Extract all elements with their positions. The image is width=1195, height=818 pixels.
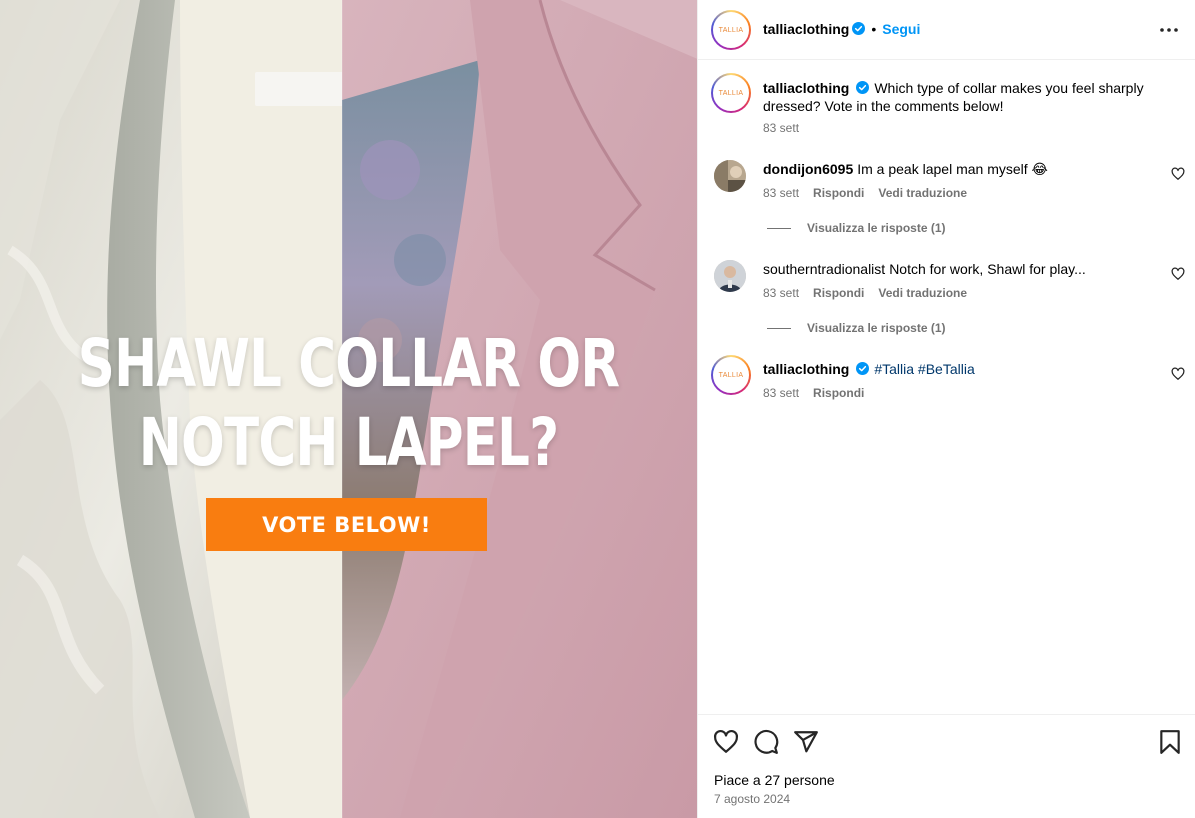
- verified-badge-icon: [852, 22, 866, 35]
- vote-below-banner: VOTE BELOW!: [206, 498, 487, 551]
- commenter-avatar[interactable]: [714, 260, 746, 292]
- follow-button[interactable]: Segui: [882, 21, 920, 37]
- post-date[interactable]: 7 agosto 2024: [714, 792, 790, 806]
- verified-badge-icon: [856, 362, 870, 375]
- comment-text: Notch for work, Shawl for play...: [889, 261, 1086, 277]
- reply-button[interactable]: Rispondi: [813, 386, 864, 400]
- translate-button[interactable]: Vedi traduzione: [878, 286, 967, 300]
- header-user-info: talliaclothing • Segui: [763, 21, 920, 37]
- comment-meta: 83 sett Rispondi Vedi traduzione: [763, 186, 981, 200]
- comments-list[interactable]: TALLIA talliaclothing Which type of colla…: [698, 60, 1195, 714]
- post-header: TALLIA talliaclothing • Segui: [698, 0, 1195, 60]
- more-options-icon[interactable]: [1157, 20, 1181, 40]
- likes-count[interactable]: Piace a 27 persone: [714, 772, 835, 788]
- post-side-panel: TALLIA talliaclothing • Segui TALLIA talli…: [697, 0, 1195, 818]
- header-separator: •: [871, 21, 877, 37]
- comment-body: southerntradionalist Notch for work, Shaw…: [763, 260, 1156, 278]
- comment-meta: 83 sett Rispondi Vedi traduzione: [763, 286, 981, 300]
- comment-time[interactable]: 83 sett: [763, 186, 799, 200]
- post-actions: Piace a 27 persone 7 agosto 2024: [698, 714, 1195, 818]
- like-comment-heart-icon[interactable]: [1171, 167, 1185, 181]
- comment-hashtags[interactable]: #Tallia #BeTallia: [874, 361, 974, 377]
- view-replies-label: Visualizza le risposte (1): [807, 321, 946, 335]
- translate-button[interactable]: Vedi traduzione: [878, 186, 967, 200]
- author-avatar[interactable]: TALLIA: [711, 10, 751, 50]
- post-image[interactable]: SHAWL COLLAR OR NOTCH LAPEL? VOTE BELOW!: [0, 0, 697, 818]
- headline-line-2: NOTCH LAPEL?: [138, 404, 559, 481]
- tallia-logo: TALLIA: [718, 26, 744, 34]
- view-replies-button[interactable]: Visualizza le risposte (1): [767, 321, 946, 335]
- view-replies-label: Visualizza le risposte (1): [807, 221, 946, 235]
- like-comment-heart-icon[interactable]: [1171, 267, 1185, 281]
- share-icon[interactable]: [793, 729, 819, 755]
- caption-avatar[interactable]: TALLIA: [711, 73, 751, 113]
- comment-username[interactable]: dondijon6095: [763, 161, 853, 177]
- commenter-avatar[interactable]: [714, 160, 746, 192]
- caption-meta: 83 sett: [763, 121, 813, 135]
- commenter-avatar[interactable]: TALLIA: [711, 355, 751, 395]
- caption-body: talliaclothing Which type of collar makes…: [763, 79, 1156, 115]
- like-comment-heart-icon[interactable]: [1171, 367, 1185, 381]
- reply-button[interactable]: Rispondi: [813, 286, 864, 300]
- view-replies-button[interactable]: Visualizza le risposte (1): [767, 221, 946, 235]
- bookmark-icon[interactable]: [1157, 729, 1183, 755]
- comment-icon[interactable]: [753, 729, 779, 755]
- replies-divider-line: [767, 227, 791, 229]
- tallia-logo: TALLIA: [718, 371, 744, 379]
- replies-divider-line: [767, 327, 791, 329]
- comment-text: Im a peak lapel man myself 😂: [857, 161, 1048, 177]
- author-username[interactable]: talliaclothing: [763, 21, 849, 37]
- comment-body: talliaclothing #Tallia #BeTallia: [763, 360, 1156, 378]
- reply-button[interactable]: Rispondi: [813, 186, 864, 200]
- comment-meta: 83 sett Rispondi: [763, 386, 878, 400]
- caption-username[interactable]: talliaclothing: [763, 80, 849, 96]
- comment-username[interactable]: talliaclothing: [763, 361, 849, 377]
- comment-body: dondijon6095 Im a peak lapel man myself 😂: [763, 160, 1156, 178]
- tallia-logo: TALLIA: [718, 89, 744, 97]
- comment-username[interactable]: southerntradionalist: [763, 261, 885, 277]
- verified-badge-icon: [856, 81, 870, 94]
- heart-icon[interactable]: [713, 729, 739, 755]
- headline-line-1: SHAWL COLLAR OR: [77, 325, 620, 402]
- caption-time[interactable]: 83 sett: [763, 121, 799, 135]
- instagram-post: SHAWL COLLAR OR NOTCH LAPEL? VOTE BELOW!…: [0, 0, 1195, 818]
- comment-time[interactable]: 83 sett: [763, 386, 799, 400]
- comment-time[interactable]: 83 sett: [763, 286, 799, 300]
